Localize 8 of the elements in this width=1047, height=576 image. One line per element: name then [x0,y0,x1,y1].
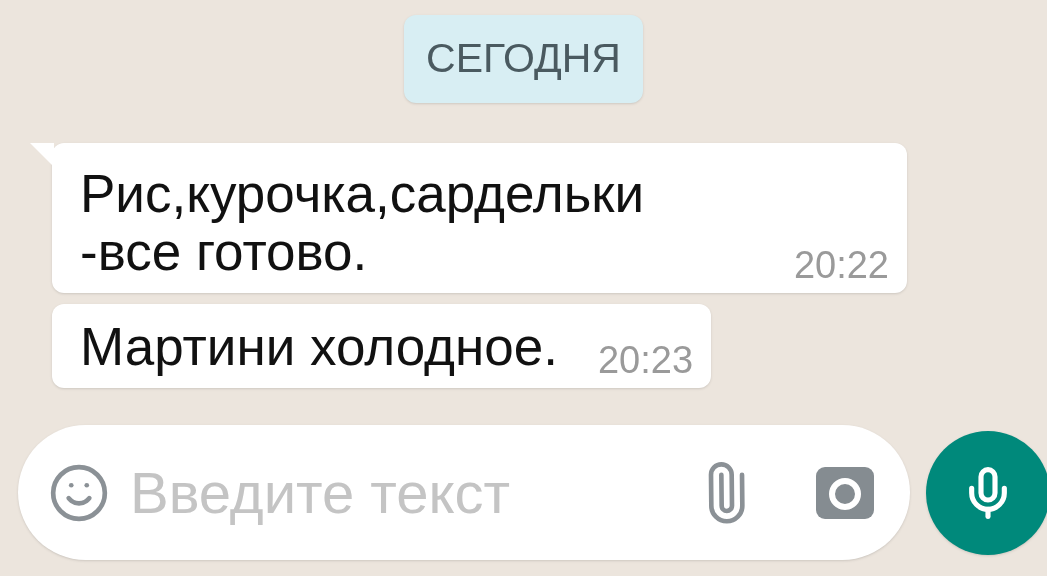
message-time: 20:23 [597,340,694,380]
date-chip: СЕГОДНЯ [404,15,643,103]
message-text: Рис,курочка,сардельки -все готово. [80,165,646,281]
message-input[interactable]: Введите текст [130,449,674,536]
message-field[interactable]: Введите текст [18,425,910,560]
message-text: Мартини холодное. [80,318,558,376]
camera-icon[interactable] [816,466,874,519]
message-time: 20:22 [793,245,889,285]
